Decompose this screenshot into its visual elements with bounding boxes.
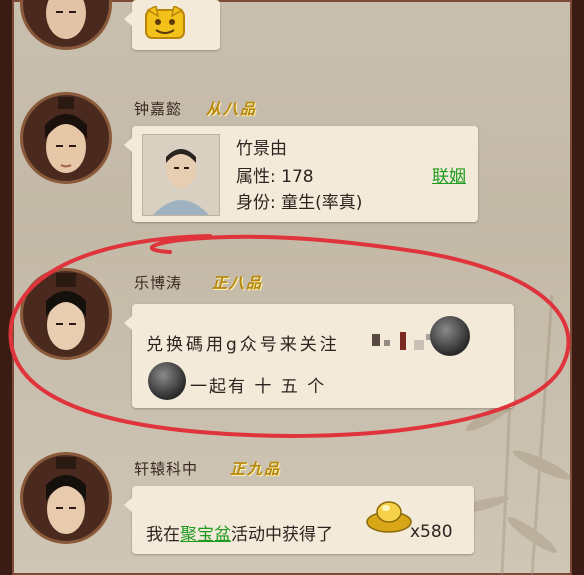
treasure-bowl-link[interactable]: 聚宝盆 bbox=[180, 525, 231, 545]
sticker-bubble bbox=[124, 0, 220, 50]
message-bubble: 兑换碼用g众号来关注 一起有 十 五 个 bbox=[124, 304, 514, 408]
message-text-line2: 一起有 十 五 个 bbox=[190, 377, 327, 397]
garbled-glyph bbox=[372, 334, 380, 346]
card-name: 竹景由 bbox=[236, 139, 287, 159]
gold-ingot-icon bbox=[366, 501, 412, 533]
marriage-link[interactable]: 联姻 bbox=[432, 162, 466, 187]
smiling-face-sticker-icon bbox=[145, 6, 185, 39]
card-portrait[interactable] bbox=[142, 134, 220, 216]
reward-text: 我在聚宝盆活动中获得了 bbox=[146, 520, 333, 545]
emoji-icon bbox=[430, 316, 470, 356]
garbled-glyph bbox=[384, 340, 390, 346]
reward-bubble: 我在聚宝盆活动中获得了 x580 bbox=[124, 486, 474, 554]
reward-text-prefix: 我在 bbox=[146, 525, 180, 545]
rank-badge: 从八品 bbox=[206, 100, 258, 118]
rank-badge: 正八品 bbox=[212, 274, 264, 292]
reward-count: x580 bbox=[410, 522, 453, 542]
sender-name[interactable]: 乐博涛 bbox=[134, 272, 182, 293]
reward-text-suffix: 活动中获得了 bbox=[231, 525, 333, 545]
sender-name[interactable]: 钟嘉懿 bbox=[134, 98, 182, 119]
avatar[interactable] bbox=[20, 452, 112, 544]
rank-badge: 正九品 bbox=[230, 460, 282, 478]
garbled-glyph bbox=[414, 340, 424, 350]
avatar[interactable] bbox=[20, 268, 112, 360]
emoji-icon bbox=[148, 362, 186, 400]
garbled-glyph bbox=[400, 332, 406, 350]
message-text-line1: 兑换碼用g众号来关注 bbox=[146, 335, 340, 355]
card-identity: 身份: 童生(率真) bbox=[236, 193, 363, 213]
avatar[interactable] bbox=[20, 92, 112, 184]
sender-name[interactable]: 轩辕科中 bbox=[134, 458, 198, 479]
card-attr: 属性: 178 bbox=[236, 167, 314, 187]
character-card: 竹景由 属性: 178 身份: 童生(率真) 联姻 bbox=[124, 126, 478, 222]
